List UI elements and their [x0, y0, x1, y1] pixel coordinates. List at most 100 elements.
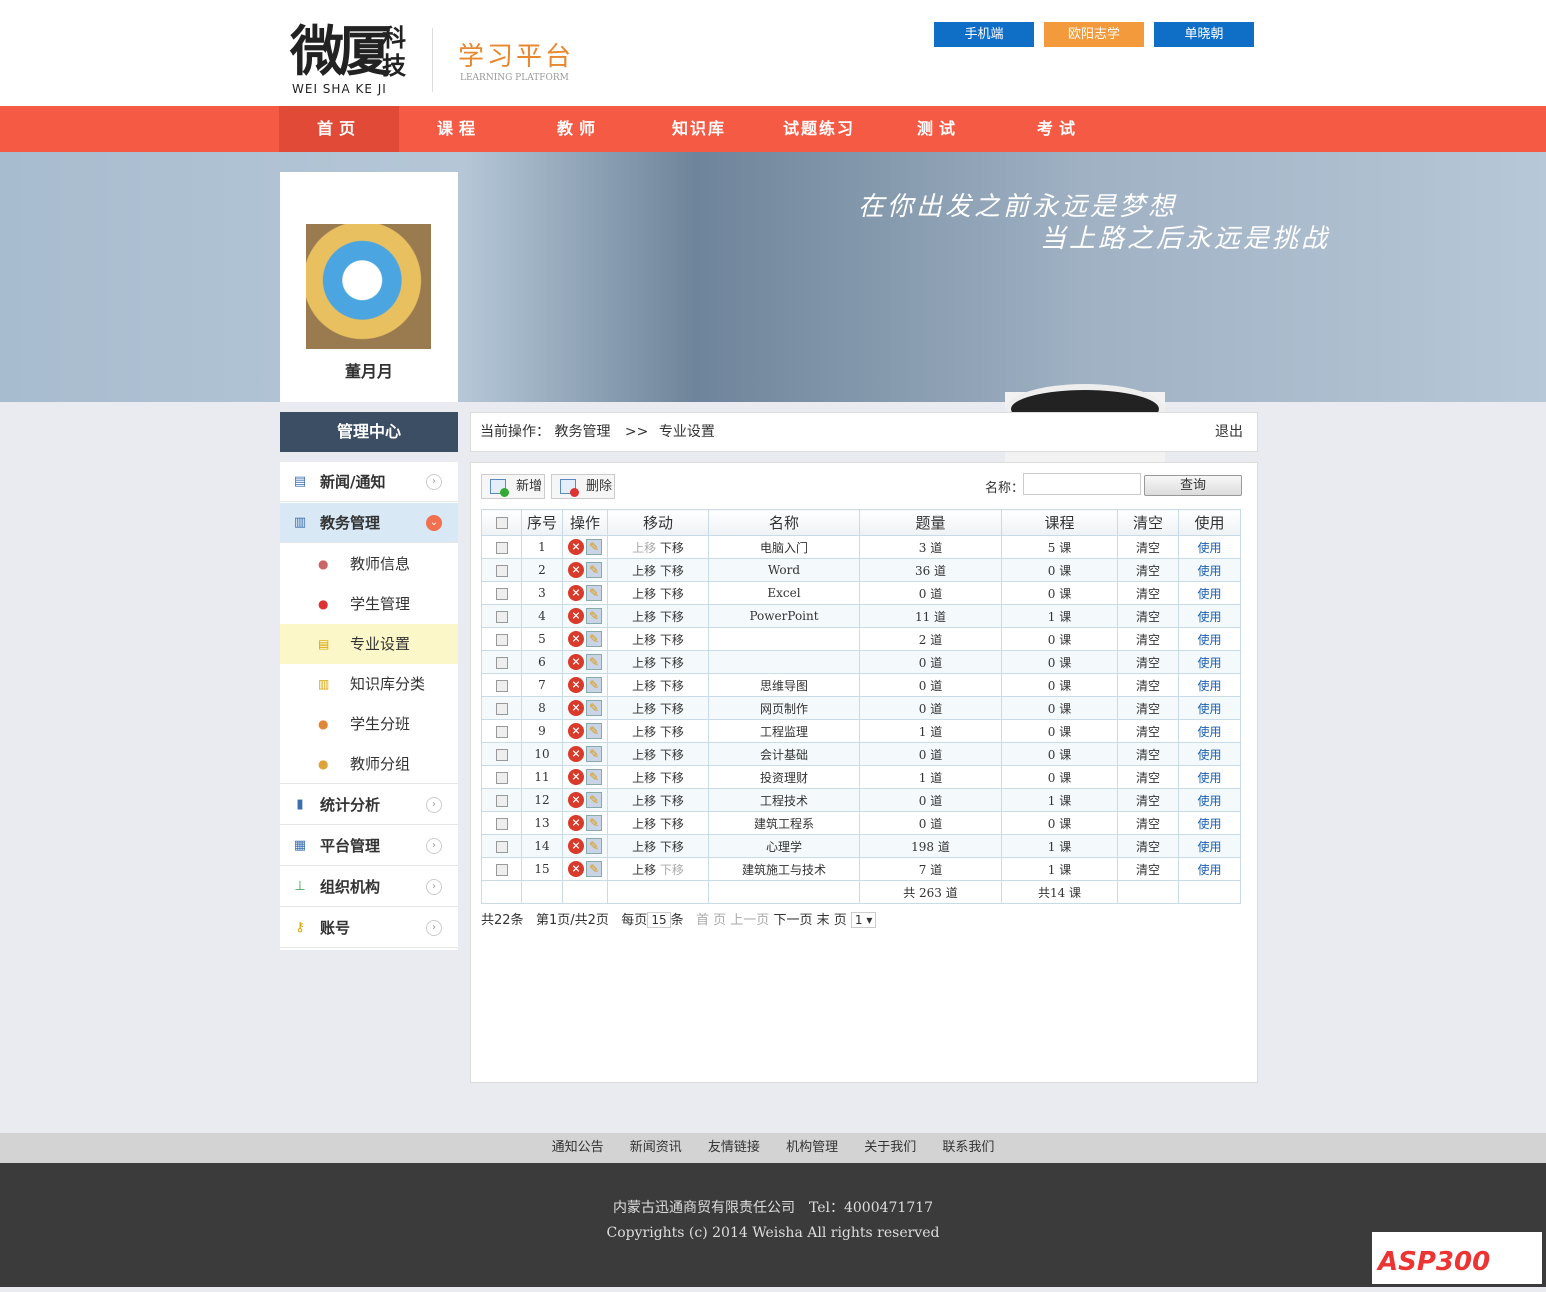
edit-icon[interactable]: ✎ [586, 654, 602, 670]
move-down-link[interactable]: 下移 [660, 656, 684, 670]
nav-courses[interactable]: 课程 [399, 106, 519, 152]
clear-link[interactable]: 清空 [1117, 834, 1179, 858]
clear-link[interactable]: 清空 [1117, 857, 1179, 881]
nav-knowledge[interactable]: 知识库 [639, 106, 759, 152]
edit-icon[interactable]: ✎ [586, 723, 602, 739]
nav-teachers[interactable]: 教师 [519, 106, 639, 152]
move-up-link[interactable]: 上移 [632, 817, 656, 831]
move-up-link[interactable]: 上移 [632, 656, 656, 670]
move-up-link[interactable]: 上移 [632, 794, 656, 808]
use-link[interactable]: 使用 [1178, 742, 1241, 766]
clear-link[interactable]: 清空 [1117, 719, 1179, 743]
search-button[interactable]: 查询 [1144, 475, 1242, 496]
use-link[interactable]: 使用 [1178, 765, 1241, 789]
move-down-link[interactable]: 下移 [660, 771, 684, 785]
edit-icon[interactable]: ✎ [586, 585, 602, 601]
move-up-link[interactable]: 上移 [632, 748, 656, 762]
delete-icon[interactable]: × [568, 608, 584, 624]
use-link[interactable]: 使用 [1178, 673, 1241, 697]
sidebar-item-platform[interactable]: ▦ 平台管理 › [280, 826, 458, 866]
delete-icon[interactable]: × [568, 746, 584, 762]
move-down-link[interactable]: 下移 [660, 840, 684, 854]
clear-link[interactable]: 清空 [1117, 581, 1179, 605]
row-checkbox[interactable] [495, 840, 508, 853]
next-page-link[interactable]: 下一页 [773, 913, 812, 928]
sidebar-item-news[interactable]: ▤ 新闻/通知 › [280, 462, 458, 502]
nav-test[interactable]: 测试 [879, 106, 999, 152]
row-checkbox[interactable] [495, 541, 508, 554]
move-down-link[interactable]: 下移 [660, 817, 684, 831]
row-checkbox[interactable] [495, 771, 508, 784]
delete-icon[interactable]: × [568, 792, 584, 808]
footer-link-org[interactable]: 机构管理 [786, 1140, 838, 1155]
delete-icon[interactable]: × [568, 585, 584, 601]
sub-item-students[interactable]: ● 学生管理 [280, 584, 458, 624]
page-select[interactable]: 1 ▾ [850, 912, 877, 928]
edit-icon[interactable]: ✎ [586, 700, 602, 716]
move-up-link[interactable]: 上移 [632, 679, 656, 693]
move-up-link[interactable]: 上移 [632, 863, 656, 877]
delete-icon[interactable]: × [568, 631, 584, 647]
row-checkbox[interactable] [495, 610, 508, 623]
move-down-link[interactable]: 下移 [660, 748, 684, 762]
edit-icon[interactable]: ✎ [586, 769, 602, 785]
row-checkbox[interactable] [495, 679, 508, 692]
move-up-link[interactable]: 上移 [632, 840, 656, 854]
sub-item-knowledge-cat[interactable]: ▥ 知识库分类 [280, 664, 458, 704]
move-up-link[interactable]: 上移 [632, 771, 656, 785]
row-checkbox[interactable] [495, 794, 508, 807]
nav-practice[interactable]: 试题练习 [759, 106, 879, 152]
edit-icon[interactable]: ✎ [586, 861, 602, 877]
name-input[interactable] [1023, 473, 1141, 495]
delete-icon[interactable]: × [568, 677, 584, 693]
use-link[interactable]: 使用 [1178, 627, 1241, 651]
move-up-link[interactable]: 上移 [632, 610, 656, 624]
clear-link[interactable]: 清空 [1117, 558, 1179, 582]
clear-link[interactable]: 清空 [1117, 765, 1179, 789]
sidebar-item-stats[interactable]: ▮ 统计分析 › [280, 785, 458, 825]
logout-link[interactable]: 退出 [1215, 413, 1243, 451]
edit-icon[interactable]: ✎ [586, 677, 602, 693]
clear-link[interactable]: 清空 [1117, 788, 1179, 812]
delete-icon[interactable]: × [568, 700, 584, 716]
move-up-link[interactable]: 上移 [632, 725, 656, 739]
use-link[interactable]: 使用 [1178, 581, 1241, 605]
sub-item-majors[interactable]: ▤ 专业设置 [280, 624, 458, 664]
edit-icon[interactable]: ✎ [586, 838, 602, 854]
delete-icon[interactable]: × [568, 769, 584, 785]
move-down-link[interactable]: 下移 [660, 679, 684, 693]
edit-icon[interactable]: ✎ [586, 562, 602, 578]
use-link[interactable]: 使用 [1178, 788, 1241, 812]
clear-link[interactable]: 清空 [1117, 696, 1179, 720]
clear-link[interactable]: 清空 [1117, 742, 1179, 766]
row-checkbox[interactable] [495, 702, 508, 715]
delete-icon[interactable]: × [568, 562, 584, 578]
move-up-link[interactable]: 上移 [632, 564, 656, 578]
move-down-link[interactable]: 下移 [660, 725, 684, 739]
breadcrumb-section[interactable]: 教务管理 [554, 424, 610, 440]
clear-link[interactable]: 清空 [1117, 627, 1179, 651]
clear-link[interactable]: 清空 [1117, 650, 1179, 674]
move-down-link[interactable]: 下移 [660, 541, 684, 555]
footer-link-contact[interactable]: 联系我们 [942, 1140, 994, 1155]
nav-exam[interactable]: 考试 [999, 106, 1119, 152]
move-down-link[interactable]: 下移 [660, 587, 684, 601]
move-down-link[interactable]: 下移 [660, 633, 684, 647]
use-link[interactable]: 使用 [1178, 650, 1241, 674]
delete-icon[interactable]: × [568, 539, 584, 555]
user2-button[interactable]: 单晓朝 [1154, 22, 1254, 47]
delete-icon[interactable]: × [568, 838, 584, 854]
move-down-link[interactable]: 下移 [660, 564, 684, 578]
select-all-checkbox[interactable] [495, 517, 508, 529]
delete-icon[interactable]: × [568, 861, 584, 877]
use-link[interactable]: 使用 [1178, 719, 1241, 743]
delete-button[interactable]: 删除 [551, 474, 615, 499]
row-checkbox[interactable] [495, 817, 508, 830]
use-link[interactable]: 使用 [1178, 811, 1241, 835]
delete-icon[interactable]: × [568, 815, 584, 831]
use-link[interactable]: 使用 [1178, 558, 1241, 582]
last-page-link[interactable]: 末 页 [817, 913, 847, 928]
delete-icon[interactable]: × [568, 723, 584, 739]
footer-link-friends[interactable]: 友情链接 [708, 1140, 760, 1155]
use-link[interactable]: 使用 [1178, 604, 1241, 628]
